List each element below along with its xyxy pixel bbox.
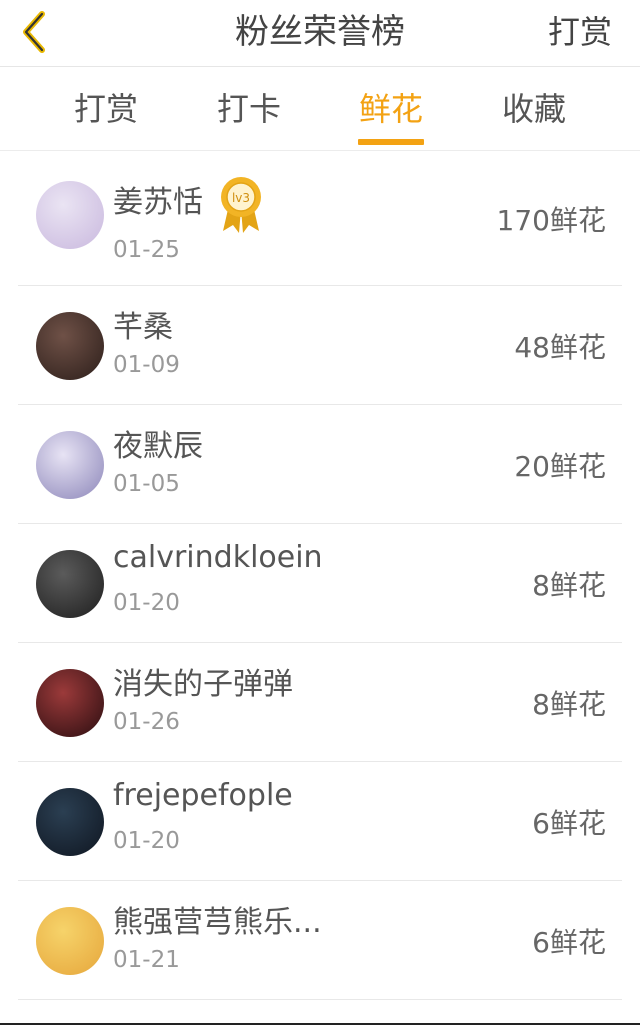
badge-level-text: lv3 (232, 191, 250, 205)
flower-count: 48鲜花 (514, 331, 606, 364)
page-title: 粉丝荣誉榜 (235, 12, 405, 52)
active-tab-indicator (358, 139, 424, 145)
list-item[interactable]: 熊强营芎熊乐... 01-21 6鲜花 (18, 881, 622, 1000)
user-name: 熊强营芎熊乐... (113, 905, 322, 940)
date-text: 01-21 (113, 947, 180, 973)
date-text: 01-25 (113, 237, 180, 263)
flower-count: 8鲜花 (532, 569, 606, 602)
date-text: 01-20 (113, 590, 180, 616)
list-item[interactable]: 夜默辰 01-05 20鲜花 (18, 405, 622, 524)
tab-reward[interactable]: 打赏 (46, 67, 166, 151)
tab-label: 收藏 (501, 90, 566, 128)
list-item[interactable]: 芊桑 01-09 48鲜花 (18, 286, 622, 405)
flower-count: 170鲜花 (496, 204, 606, 237)
user-name: calvrindkloein (113, 540, 323, 575)
date-text: 01-05 (113, 471, 180, 497)
date-text: 01-09 (113, 352, 180, 378)
avatar (36, 181, 104, 249)
flower-count: 20鲜花 (514, 450, 606, 483)
tab-label: 鲜花 (358, 90, 423, 128)
list-item[interactable]: calvrindkloein 01-20 8鲜花 (18, 524, 622, 643)
avatar (36, 550, 104, 618)
tab-favorites[interactable]: 收藏 (474, 67, 594, 151)
tab-checkin[interactable]: 打卡 (189, 67, 309, 151)
level-badge-icon: lv3 (221, 177, 261, 233)
date-text: 01-26 (113, 709, 180, 735)
user-name: 消失的子弹弹 (113, 667, 293, 702)
user-name: 姜苏恬 (113, 185, 203, 220)
flower-count: 6鲜花 (532, 807, 606, 840)
list-item[interactable]: 消失的子弹弹 01-26 8鲜花 (18, 643, 622, 762)
flower-count: 6鲜花 (532, 926, 606, 959)
fan-ranking-list: 姜苏恬 lv3 01-25 170鲜花 芊桑 01-09 48鲜花 夜默辰 01… (18, 151, 622, 1000)
list-item[interactable]: 姜苏恬 lv3 01-25 170鲜花 (18, 151, 622, 286)
user-name: frejepefople (113, 778, 293, 813)
tab-bar: 打赏 打卡 鲜花 收藏 (0, 67, 640, 151)
date-text: 01-20 (113, 828, 180, 854)
avatar (36, 312, 104, 380)
reward-button[interactable]: 打赏 (548, 0, 612, 64)
user-name: 芊桑 (113, 310, 173, 345)
avatar (36, 431, 104, 499)
flower-count: 8鲜花 (532, 688, 606, 721)
avatar (36, 907, 104, 975)
tab-label: 打赏 (73, 90, 138, 128)
avatar (36, 788, 104, 856)
tab-label: 打卡 (216, 90, 281, 128)
header-bar: 粉丝荣誉榜 打赏 (0, 0, 640, 67)
avatar (36, 669, 104, 737)
tab-flowers[interactable]: 鲜花 (331, 67, 451, 151)
user-name: 夜默辰 (113, 429, 203, 464)
list-item[interactable]: frejepefople 01-20 6鲜花 (18, 762, 622, 881)
